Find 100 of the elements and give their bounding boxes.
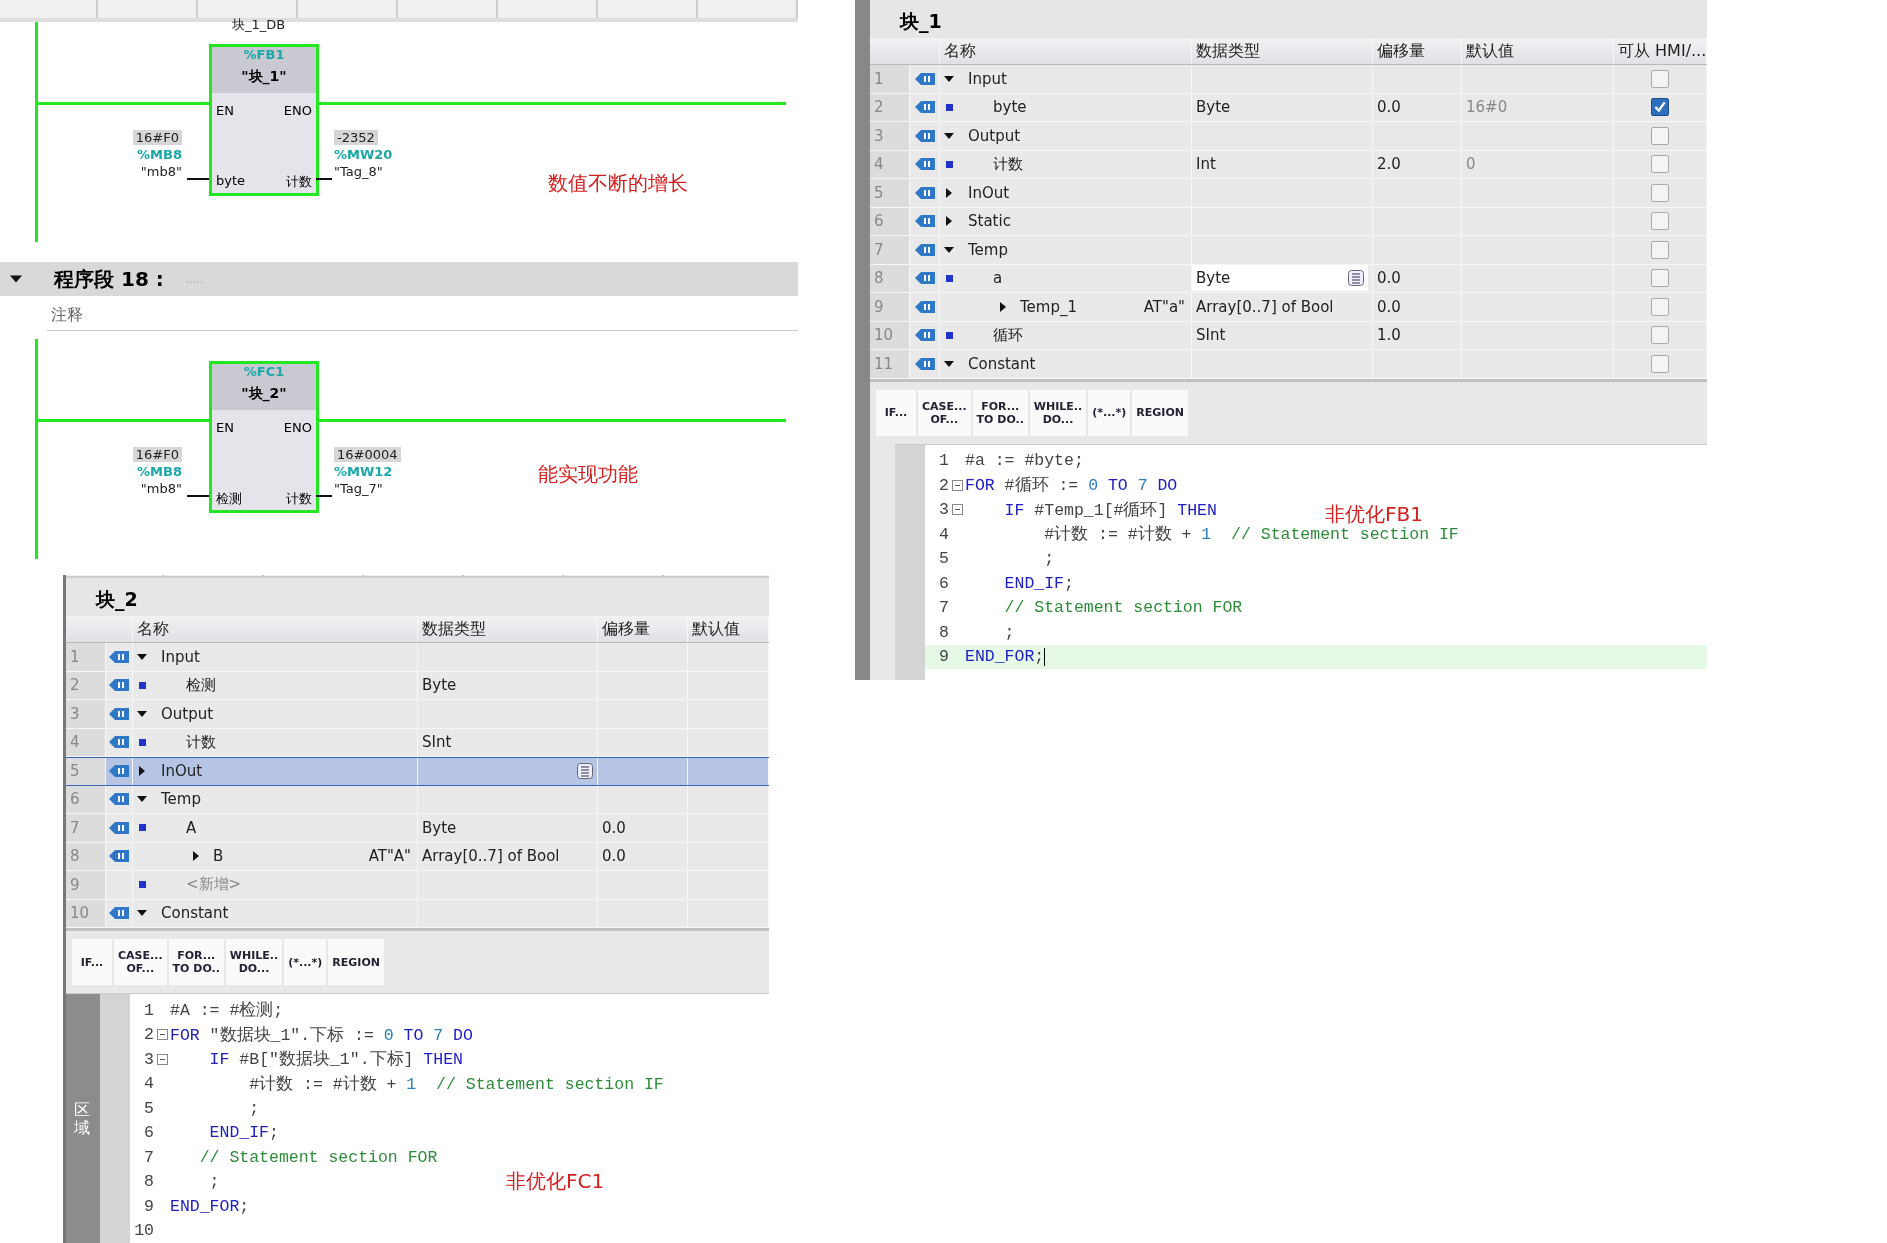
function-block[interactable]: %FC1 "块_2" EN ENO 检测 计数 [209,361,319,513]
expanded-triangle-icon[interactable] [944,358,954,369]
checkbox[interactable] [1651,354,1669,373]
collapsed-triangle-icon[interactable] [191,851,201,862]
code-line: FOR "数据块_1".下标 := 0 TO 7 DO [170,1024,473,1046]
annotation: 能实现功能 [538,461,638,488]
en-pin: EN [216,103,234,118]
checkbox[interactable] [1651,212,1669,231]
variable-name: 循环 [993,325,1023,345]
tag-name: "Tag_8" [334,164,383,179]
operand-address: %MW20 [334,147,393,162]
checkbox[interactable] [1651,240,1669,259]
line-number: 9 [143,1196,154,1216]
snippet-button[interactable]: REGION [1132,389,1188,436]
collapsed-triangle-icon[interactable] [944,216,954,227]
line-number: 10 [133,1221,154,1241]
snippet-button[interactable]: (*...*) [1088,389,1131,436]
annotation: 非优化FC1 [506,1168,605,1195]
line-number: 4 [938,524,949,544]
checkbox[interactable] [1651,126,1669,145]
tag-icon [108,792,130,807]
row-number: 3 [874,126,884,145]
data-type-field[interactable]: Byte [1192,265,1368,292]
pin-wire [187,178,209,180]
network-title: 程序段 18 : [54,265,164,293]
checkbox[interactable] [1651,69,1669,88]
instance-db: 块_1_DB [232,16,286,34]
line-number: 1 [143,1000,154,1020]
pin-wire [316,178,332,180]
collapsed-triangle-icon[interactable] [998,301,1008,312]
variable-name: 计数 [186,732,216,752]
row-number: 2 [874,98,884,117]
variable-name: A [186,818,197,837]
expanded-triangle-icon[interactable] [8,273,24,285]
function-block[interactable]: %FB1 "块_1" EN ENO byte 计数 [209,44,319,196]
selected-row[interactable]: 5 InOut [66,757,769,786]
snippet-button[interactable]: CASE... OF... [114,939,167,985]
snippet-button[interactable]: FOR... TO DO.. [972,389,1028,436]
checkbox[interactable] [1651,183,1669,202]
pin-wire [187,495,209,497]
offset-value: 0.0 [1377,98,1401,117]
column-header: 名称 [133,616,418,642]
collapsed-triangle-icon[interactable] [137,766,147,777]
snippet-button[interactable]: WHILE.. DO... [225,939,283,985]
section-name: Temp [161,790,201,809]
code-line: ; [1003,622,1015,642]
checkbox[interactable] [1651,297,1669,316]
tag-icon [108,735,130,750]
tag-icon [913,100,936,115]
expanded-triangle-icon[interactable] [137,651,147,662]
code-line: END_FOR; [170,1196,250,1216]
snippet-button[interactable]: (*...*) [284,939,327,985]
comment-field[interactable]: 注释 [47,300,798,331]
checkbox[interactable] [1651,326,1669,345]
code-line: // Statement section FOR [1003,598,1243,618]
data-type: Array[0..7] of Bool [1196,297,1334,316]
checkbox[interactable] [1651,98,1669,117]
column-header: 偏移量 [598,616,688,642]
offset-value: 1.0 [1377,326,1401,345]
row-number: 10 [874,326,894,345]
column-header: 偏移量 [1373,38,1462,64]
section-name: InOut [161,762,203,781]
live-value: -2352 [334,130,378,145]
checkbox[interactable] [1651,269,1669,288]
code-line: ; [208,1172,220,1192]
checkbox[interactable] [1651,155,1669,174]
section-name: Output [161,704,214,723]
section-name: Output [968,126,1021,145]
code-line: ; [1043,549,1055,569]
expanded-triangle-icon[interactable] [137,708,147,719]
snippet-button[interactable]: CASE... OF... [918,389,971,436]
snippet-button[interactable]: REGION [328,939,384,985]
list-icon[interactable] [577,763,593,780]
snippet-button[interactable]: IF... [876,389,916,436]
output-pin: 计数 [286,490,312,508]
column-header: 默认值 [1462,38,1614,64]
square-icon [946,103,953,111]
code-line: END_IF; [208,1123,279,1143]
expanded-triangle-icon[interactable] [944,130,954,141]
row-number: 10 [70,904,90,923]
output-pin: 计数 [286,173,312,191]
collapse-icon[interactable] [951,479,963,491]
list-icon[interactable] [1348,270,1364,287]
section-name: Constant [161,904,229,923]
collapse-icon[interactable] [156,1053,168,1065]
section-name: Input [161,647,200,666]
tag-icon [913,242,936,257]
snippet-button[interactable]: IF... [72,939,112,985]
collapsed-triangle-icon[interactable] [944,187,954,198]
collapse-icon[interactable] [156,1029,168,1041]
eno-pin: ENO [283,103,312,118]
collapse-icon[interactable] [951,504,963,516]
expanded-triangle-icon[interactable] [944,73,954,84]
snippet-button[interactable]: FOR... TO DO.. [168,939,224,985]
offset-value: 0.0 [602,818,626,837]
tag-icon [108,820,130,835]
snippet-button[interactable]: WHILE.. DO... [1029,389,1087,436]
expanded-triangle-icon[interactable] [944,244,954,255]
block-name: "块_1" [241,68,287,86]
tag-icon [913,128,936,143]
